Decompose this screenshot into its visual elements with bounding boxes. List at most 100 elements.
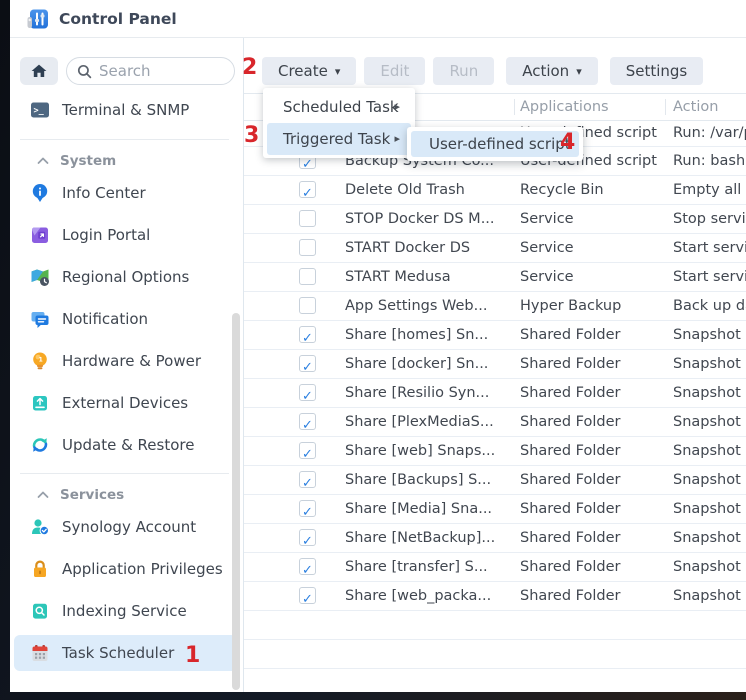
sidebar-item-regional-options[interactable]: Regional Options	[14, 259, 237, 295]
sidebar-item-task-scheduler[interactable]: Task Scheduler	[14, 635, 237, 671]
indexing-service-icon	[30, 601, 50, 621]
sidebar-item-label: Info Center	[62, 184, 146, 202]
table-row[interactable]: ✓ Share [Resilio Syn... Shared Folder Sn…	[244, 379, 746, 408]
application-privileges-icon	[30, 559, 50, 579]
task-name-cell: Share [transfer] S...	[345, 553, 513, 581]
action-cell: Start servic	[673, 234, 746, 262]
sidebar-item-notification[interactable]: Notification	[14, 301, 237, 337]
menu-item-triggered-task[interactable]: Triggered Task ▸	[267, 123, 411, 155]
sidebar-item-synology-account[interactable]: Synology Account	[14, 509, 237, 545]
table-row[interactable]: ✓ Share [Backups] S... Shared Folder Sna…	[244, 466, 746, 495]
search-icon	[77, 64, 92, 79]
row-checkbox[interactable]	[299, 210, 316, 227]
action-cell: Snapshot	[673, 582, 746, 610]
table-row[interactable]: START Medusa Service Start servic	[244, 263, 746, 292]
row-checkbox[interactable]: ✓	[299, 181, 316, 198]
action-cell: Snapshot	[673, 553, 746, 581]
chevron-up-icon	[37, 157, 49, 165]
table-row[interactable]: App Settings Web... Hyper Backup Back up…	[244, 292, 746, 321]
sidebar-item-application-privileges[interactable]: Application Privileges	[14, 551, 237, 587]
menu-item-scheduled-task[interactable]: Scheduled Task ▸	[267, 91, 411, 123]
search-box[interactable]	[66, 57, 235, 85]
task-name-cell: App Settings Web...	[345, 292, 513, 320]
table-row[interactable]: ✓ Share [PlexMediaS... Shared Folder Sna…	[244, 408, 746, 437]
action-cell: Start servic	[673, 263, 746, 291]
table-row[interactable]: ✓ Delete Old Trash Recycle Bin Empty all…	[244, 176, 746, 205]
sidebar-item-label: Regional Options	[62, 268, 189, 286]
task-name-cell: START Docker DS	[345, 234, 513, 262]
row-checkbox[interactable]	[299, 239, 316, 256]
task-name-cell: Delete Old Trash	[345, 176, 513, 204]
section-label: System	[60, 153, 116, 169]
action-cell: Stop servic	[673, 205, 746, 233]
sidebar-item-indexing-service[interactable]: Indexing Service	[14, 593, 237, 629]
table-row[interactable]: STOP Docker DS M... Service Stop servic	[244, 205, 746, 234]
caret-down-icon: ▾	[576, 66, 582, 77]
settings-button-label: Settings	[626, 62, 688, 80]
sidebar-item-login-portal[interactable]: Login Portal	[14, 217, 237, 253]
annotation-step-4: 4	[560, 132, 575, 154]
sidebar-item-label: Hardware & Power	[62, 352, 201, 370]
row-checkbox[interactable]	[299, 268, 316, 285]
external-devices-icon	[30, 393, 50, 413]
row-checkbox[interactable]: ✓	[299, 587, 316, 604]
row-checkbox[interactable]: ✓	[299, 413, 316, 430]
sidebar-item-terminal-snmp[interactable]: >_ Terminal & SNMP	[14, 92, 237, 128]
row-checkbox[interactable]: ✓	[299, 471, 316, 488]
settings-button[interactable]: Settings	[610, 57, 704, 85]
row-checkbox[interactable]: ✓	[299, 500, 316, 517]
row-checkbox[interactable]: ✓	[299, 384, 316, 401]
task-name-cell: Share [homes] Sn...	[345, 321, 513, 349]
row-checkbox[interactable]: ✓	[299, 355, 316, 372]
table-row[interactable]: START Docker DS Service Start servic	[244, 234, 746, 263]
row-checkbox[interactable]: ✓	[299, 529, 316, 546]
search-input[interactable]	[99, 62, 224, 80]
section-label: Services	[60, 487, 124, 503]
table-row[interactable]: ✓ Share [homes] Sn... Shared Folder Snap…	[244, 321, 746, 350]
update-restore-icon	[30, 435, 50, 455]
application-cell: Shared Folder	[520, 321, 666, 349]
empty-table-row	[244, 611, 746, 640]
control-panel-window: Control Panel >_ Terminal & SNMP	[10, 0, 746, 692]
regional-options-icon	[30, 267, 50, 287]
menu-item-user-defined-script[interactable]: User-defined script	[411, 131, 579, 157]
sidebar-section-services[interactable]: Services	[10, 487, 243, 503]
column-header-applications[interactable]: Applications	[520, 94, 609, 121]
action-cell: Snapshot	[673, 321, 746, 349]
action-button[interactable]: Action ▾	[506, 57, 598, 85]
sidebar-item-info-center[interactable]: Info Center	[14, 175, 237, 211]
chevron-up-icon	[37, 491, 49, 499]
application-cell: Hyper Backup	[520, 292, 666, 320]
column-header-action[interactable]: Action	[673, 94, 718, 121]
action-cell: Run: /var/p	[673, 121, 746, 146]
submenu-arrow-icon: ▸	[394, 123, 400, 155]
table-row[interactable]: ✓ Share [docker] Sn... Shared Folder Sna…	[244, 350, 746, 379]
row-checkbox[interactable]: ✓	[299, 558, 316, 575]
application-cell: Shared Folder	[520, 379, 666, 407]
action-cell: Run: bash /	[673, 147, 746, 175]
application-cell: Shared Folder	[520, 350, 666, 378]
table-row[interactable]: ✓ Share [web_packa... Shared Folder Snap…	[244, 582, 746, 611]
row-checkbox[interactable]	[299, 297, 316, 314]
task-name-cell: Share [PlexMediaS...	[345, 408, 513, 436]
table-row[interactable]: ✓ Share [Media] Sna... Shared Folder Sna…	[244, 495, 746, 524]
sidebar-item-hardware-power[interactable]: 1 Hardware & Power	[14, 343, 237, 379]
row-checkbox[interactable]: ✓	[299, 326, 316, 343]
application-cell: Shared Folder	[520, 408, 666, 436]
sidebar-item-label: Terminal & SNMP	[62, 101, 189, 119]
sidebar-divider	[20, 473, 229, 474]
application-cell: Shared Folder	[520, 582, 666, 610]
sidebar-item-external-devices[interactable]: External Devices	[14, 385, 237, 421]
table-row[interactable]: ✓ Share [transfer] S... Shared Folder Sn…	[244, 553, 746, 582]
table-row[interactable]: ✓ Share [NetBackup]... Shared Folder Sna…	[244, 524, 746, 553]
edit-button: Edit	[364, 57, 425, 85]
row-checkbox[interactable]: ✓	[299, 442, 316, 459]
home-button[interactable]	[20, 57, 58, 85]
create-button[interactable]: Create ▾	[262, 57, 356, 85]
sidebar-scrollbar[interactable]	[232, 313, 240, 690]
table-row[interactable]: ✓ Share [web] Snaps... Shared Folder Sna…	[244, 437, 746, 466]
run-button-label: Run	[449, 62, 478, 80]
sidebar-item-update-restore[interactable]: Update & Restore	[14, 427, 237, 463]
sidebar-section-system[interactable]: System	[10, 153, 243, 169]
task-name-cell: Share [web_packa...	[345, 582, 513, 610]
